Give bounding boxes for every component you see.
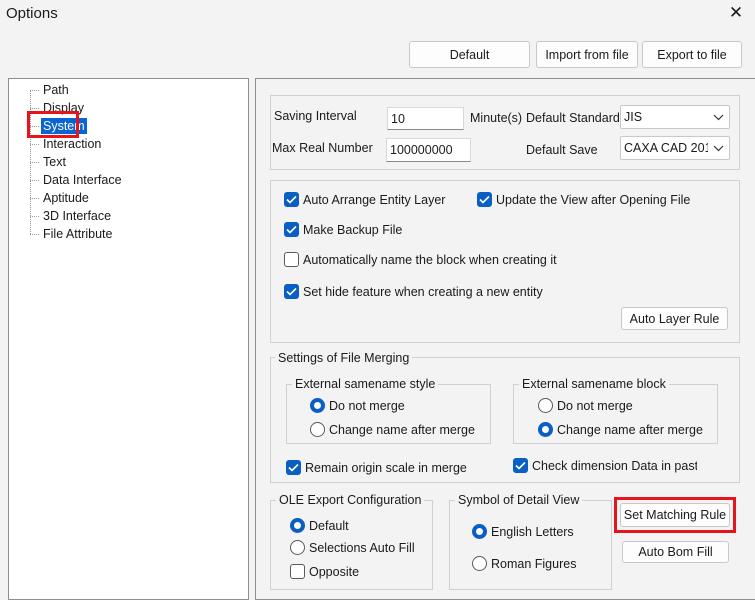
- block-change-name-radio[interactable]: Change name after merge: [538, 422, 703, 437]
- tree-item-label: Data Interface: [43, 173, 122, 187]
- tree-item-data-interface[interactable]: Data Interface: [30, 171, 124, 189]
- checkmark-icon: [284, 284, 299, 299]
- tree-item-label: File Attribute: [43, 227, 113, 241]
- tree-item-interaction[interactable]: Interaction: [30, 135, 103, 153]
- auto-name-block-checkbox[interactable]: Automatically name the block when creati…: [284, 252, 565, 267]
- radio-selected-icon: [538, 422, 553, 437]
- detail-view-group: [449, 500, 612, 590]
- check-dimension-label: Check dimension Data in paste: [532, 458, 697, 473]
- ole-default-radio[interactable]: Default: [290, 518, 349, 533]
- radio-empty-icon: [472, 556, 487, 571]
- auto-bom-fill-button[interactable]: Auto Bom Fill: [622, 541, 729, 563]
- remain-scale-label: Remain origin scale in merge: [305, 460, 467, 475]
- roman-figures-label: Roman Figures: [491, 556, 577, 571]
- max-real-number-input[interactable]: 100000000: [386, 138, 471, 162]
- chevron-down-icon: [711, 139, 725, 157]
- block-do-not-merge-label: Do not merge: [557, 398, 633, 413]
- tree-item-path[interactable]: Path: [30, 81, 71, 99]
- ole-export-title: OLE Export Configuration: [276, 493, 425, 507]
- roman-figures-radio[interactable]: Roman Figures: [472, 556, 576, 571]
- set-matching-rule-button[interactable]: Set Matching Rule: [620, 503, 730, 527]
- ole-default-label: Default: [309, 518, 349, 533]
- tree-item-label: System: [41, 118, 87, 134]
- auto-arrange-checkbox[interactable]: Auto Arrange Entity Layer: [284, 192, 445, 207]
- close-icon[interactable]: ✕: [725, 0, 747, 26]
- check-dimension-checkbox[interactable]: Check dimension Data in paste: [513, 458, 697, 473]
- radio-selected-icon: [472, 524, 487, 539]
- chevron-down-icon: [711, 108, 725, 126]
- block-do-not-merge-radio[interactable]: Do not merge: [538, 398, 633, 413]
- samename-style-title: External samename style: [292, 377, 439, 391]
- english-letters-label: English Letters: [491, 524, 574, 539]
- tree-item-label: Interaction: [43, 137, 102, 151]
- checkmark-icon: [284, 192, 299, 207]
- tree-item-display[interactable]: Display: [30, 99, 86, 117]
- auto-name-block-label: Automatically name the block when creati…: [303, 252, 557, 267]
- tree-item-3d-interface[interactable]: 3D Interface: [30, 207, 113, 225]
- style-do-not-merge-label: Do not merge: [329, 398, 405, 413]
- ole-opposite-checkbox[interactable]: Opposite: [290, 564, 359, 579]
- ole-opposite-label: Opposite: [309, 564, 360, 579]
- default-standard-value: JIS: [624, 110, 643, 124]
- saving-interval-label: Saving Interval: [274, 109, 357, 123]
- samename-block-title: External samename block: [519, 377, 669, 391]
- checkmark-icon: [284, 222, 299, 237]
- english-letters-radio[interactable]: English Letters: [472, 524, 574, 539]
- tree-item-label: 3D Interface: [43, 209, 112, 223]
- checkbox-empty-icon: [290, 564, 305, 579]
- ole-selections-auto-fill-label: Selections Auto Fill: [309, 540, 415, 555]
- radio-empty-icon: [310, 422, 325, 437]
- style-change-name-label: Change name after merge: [329, 422, 475, 437]
- options-tree: Path Display System Interaction Text Dat…: [8, 78, 249, 600]
- tree-item-label: Path: [43, 83, 69, 97]
- tree-item-label: Text: [43, 155, 66, 169]
- tree-item-label: Aptitude: [43, 191, 89, 205]
- file-merging-title: Settings of File Merging: [275, 351, 413, 365]
- checkmark-icon: [286, 460, 301, 475]
- radio-empty-icon: [290, 540, 305, 555]
- update-view-checkbox[interactable]: Update the View after Opening File: [477, 192, 690, 207]
- max-real-number-label: Max Real Number: [272, 141, 373, 155]
- minutes-label: Minute(s): [470, 111, 523, 125]
- detail-view-title: Symbol of Detail View: [455, 493, 583, 507]
- remain-scale-checkbox[interactable]: Remain origin scale in merge: [286, 460, 467, 475]
- radio-selected-icon: [310, 398, 325, 413]
- hide-feature-label: Set hide feature when creating a new ent…: [303, 284, 543, 299]
- default-save-value: CAXA CAD 201: [624, 141, 708, 155]
- ole-selections-auto-fill-radio[interactable]: Selections Auto Fill: [290, 540, 415, 555]
- auto-layer-rule-button[interactable]: Auto Layer Rule: [621, 307, 728, 330]
- tree-item-file-attribute[interactable]: File Attribute: [30, 225, 114, 243]
- default-save-label: Default Save: [526, 143, 598, 157]
- import-from-file-button[interactable]: Import from file: [536, 41, 638, 68]
- default-save-select[interactable]: CAXA CAD 201: [620, 136, 730, 160]
- make-backup-label: Make Backup File: [303, 222, 403, 237]
- window-title: Options: [6, 5, 58, 22]
- radio-selected-icon: [290, 518, 305, 533]
- block-change-name-label: Change name after merge: [557, 422, 703, 437]
- style-change-name-radio[interactable]: Change name after merge: [310, 422, 480, 437]
- default-button[interactable]: Default: [409, 41, 530, 68]
- tree-item-label: Display: [43, 101, 84, 115]
- default-standard-label: Default Standard: [526, 111, 620, 125]
- checkmark-icon: [477, 192, 492, 207]
- style-do-not-merge-radio[interactable]: Do not merge: [310, 398, 405, 413]
- default-standard-select[interactable]: JIS: [620, 105, 730, 129]
- auto-arrange-label: Auto Arrange Entity Layer: [303, 192, 446, 207]
- radio-empty-icon: [538, 398, 553, 413]
- checkmark-icon: [513, 458, 528, 473]
- hide-feature-checkbox[interactable]: Set hide feature when creating a new ent…: [284, 284, 543, 299]
- checkbox-empty-icon: [284, 252, 299, 267]
- tree-item-system[interactable]: System: [30, 117, 87, 135]
- saving-interval-input[interactable]: 10: [387, 107, 464, 130]
- update-view-label: Update the View after Opening File: [496, 192, 691, 207]
- tree-item-text[interactable]: Text: [30, 153, 68, 171]
- tree-item-aptitude[interactable]: Aptitude: [30, 189, 91, 207]
- make-backup-checkbox[interactable]: Make Backup File: [284, 222, 402, 237]
- export-to-file-button[interactable]: Export to file: [642, 41, 742, 68]
